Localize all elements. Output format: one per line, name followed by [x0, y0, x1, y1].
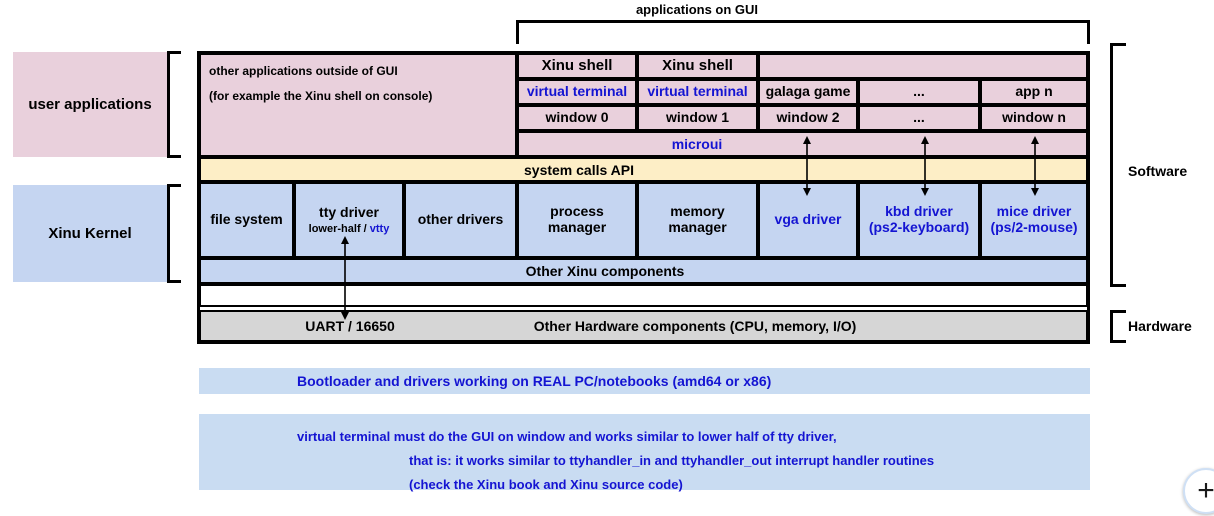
app-col-2-bottom: window 2 — [758, 105, 858, 131]
bootloader-note-box: Bootloader and drivers working on REAL P… — [199, 368, 1090, 394]
plus-icon: + — [1197, 474, 1214, 507]
kernel-box-tty-driver-label: tty driver — [319, 204, 379, 220]
kernel-box-process-manager-label: process manager — [547, 203, 607, 235]
app-col-1-top: Xinu shell — [637, 53, 758, 79]
app-col-1-bottom: window 1 — [637, 105, 758, 131]
kernel-box-other-drivers-label: other drivers — [417, 211, 504, 228]
virtual-terminal-note-box: virtual terminal must do the GUI on wind… — [199, 414, 1090, 492]
applications-on-gui-bracket — [516, 20, 1090, 44]
left-bracket-user-applications — [167, 51, 181, 158]
app-col-0-top-label: Xinu shell — [541, 56, 613, 74]
kernel-box-file-system-label: file system — [210, 211, 283, 228]
kernel-box-file-system: file system — [199, 182, 294, 258]
app-col-0-top: Xinu shell — [517, 53, 637, 79]
top-caption: applications on GUI — [635, 2, 759, 17]
microui-label: microui — [671, 136, 723, 152]
group-xinu-kernel: Xinu Kernel — [13, 185, 167, 282]
group-software-label: Software — [1128, 163, 1188, 179]
group-xinu-kernel-label: Xinu Kernel — [48, 225, 132, 242]
app-col-0-mid-label: virtual terminal — [526, 83, 628, 100]
group-user-applications: user applications — [13, 52, 167, 157]
app-col-0-bottom-label: window 0 — [545, 109, 609, 126]
hardware-other-label: Other Hardware components (CPU, memory, … — [533, 318, 857, 334]
kernel-box-other-drivers: other drivers — [404, 182, 517, 258]
right-bracket-hardware — [1110, 310, 1126, 343]
app-col-4-mid: app n — [980, 79, 1088, 105]
bootloader-note-label: Bootloader and drivers working on REAL P… — [297, 373, 772, 389]
app-col-3-bottom-label: ... — [913, 109, 925, 126]
app-col-1-bottom-label: window 1 — [666, 109, 729, 126]
app-col-2-mid: galaga game — [758, 79, 858, 105]
arrow-tty-driver-to-uart — [341, 236, 349, 320]
virtual-terminal-note-line-3: (check the Xinu book and Xinu source cod… — [409, 477, 683, 492]
system-calls-api-label: system calls API — [524, 161, 634, 178]
app-col-2-mid-label: galaga game — [765, 83, 851, 100]
app-col-0-mid: virtual terminal — [517, 79, 637, 105]
virtual-terminal-note-line-1: virtual terminal must do the GUI on wind… — [297, 429, 837, 444]
zoom-in-button[interactable]: + — [1183, 468, 1214, 514]
group-user-applications-label: user applications — [28, 96, 152, 113]
app-col-0-bottom: window 0 — [517, 105, 637, 131]
kernel-box-memory-manager: memory manager — [637, 182, 758, 258]
virtual-terminal-note-line-2: that is: it works similar to ttyhandler_… — [409, 453, 935, 468]
right-bracket-software — [1110, 43, 1126, 287]
kernel-box-memory-manager-label: memory manager — [668, 203, 727, 235]
kernel-box-vga-driver-label: vga driver — [774, 211, 842, 228]
app-col-1-mid-label: virtual terminal — [647, 83, 748, 100]
kernel-box-process-manager: process manager — [517, 182, 637, 258]
spacer-band — [199, 284, 1088, 307]
arrow-microui-to-mice — [1031, 136, 1039, 196]
outside-gui-line2: (for example the Xinu shell on console) — [209, 89, 433, 104]
arrow-microui-to-vga — [803, 136, 811, 196]
app-col-4-mid-label: app n — [1015, 83, 1053, 100]
arrow-microui-to-kbd — [921, 136, 929, 196]
app-col-2-bottom-label: window 2 — [776, 109, 840, 126]
outside-gui-line1: other applications outside of GUI — [209, 64, 398, 78]
kernel-box-tty-driver-sub-accent: vtty — [369, 222, 390, 235]
app-col-4-bottom: window n — [980, 105, 1088, 131]
kernel-box-tty-driver-sub: lower-half / — [308, 222, 370, 235]
app-col-3-bottom: ... — [858, 105, 980, 131]
app-col-3-mid-label: ... — [913, 83, 925, 100]
app-col-4-bottom-label: window n — [1002, 109, 1066, 126]
kernel-box-mice-driver-label: mice driver (ps/2-mouse) — [990, 203, 1078, 235]
outside-gui-block: other applications outside of GUI (for e… — [199, 53, 517, 157]
kernel-box-kbd-driver-label: kbd driver (ps2-keyboard) — [868, 203, 970, 235]
group-hardware-label: Hardware — [1128, 318, 1192, 334]
app-row-top-empty — [758, 53, 1088, 79]
left-bracket-xinu-kernel — [167, 184, 181, 283]
app-col-1-top-label: Xinu shell — [662, 56, 733, 74]
app-col-1-mid: virtual terminal — [637, 79, 758, 105]
other-xinu-components-label: Other Xinu components — [525, 263, 685, 279]
app-col-3-mid: ... — [858, 79, 980, 105]
